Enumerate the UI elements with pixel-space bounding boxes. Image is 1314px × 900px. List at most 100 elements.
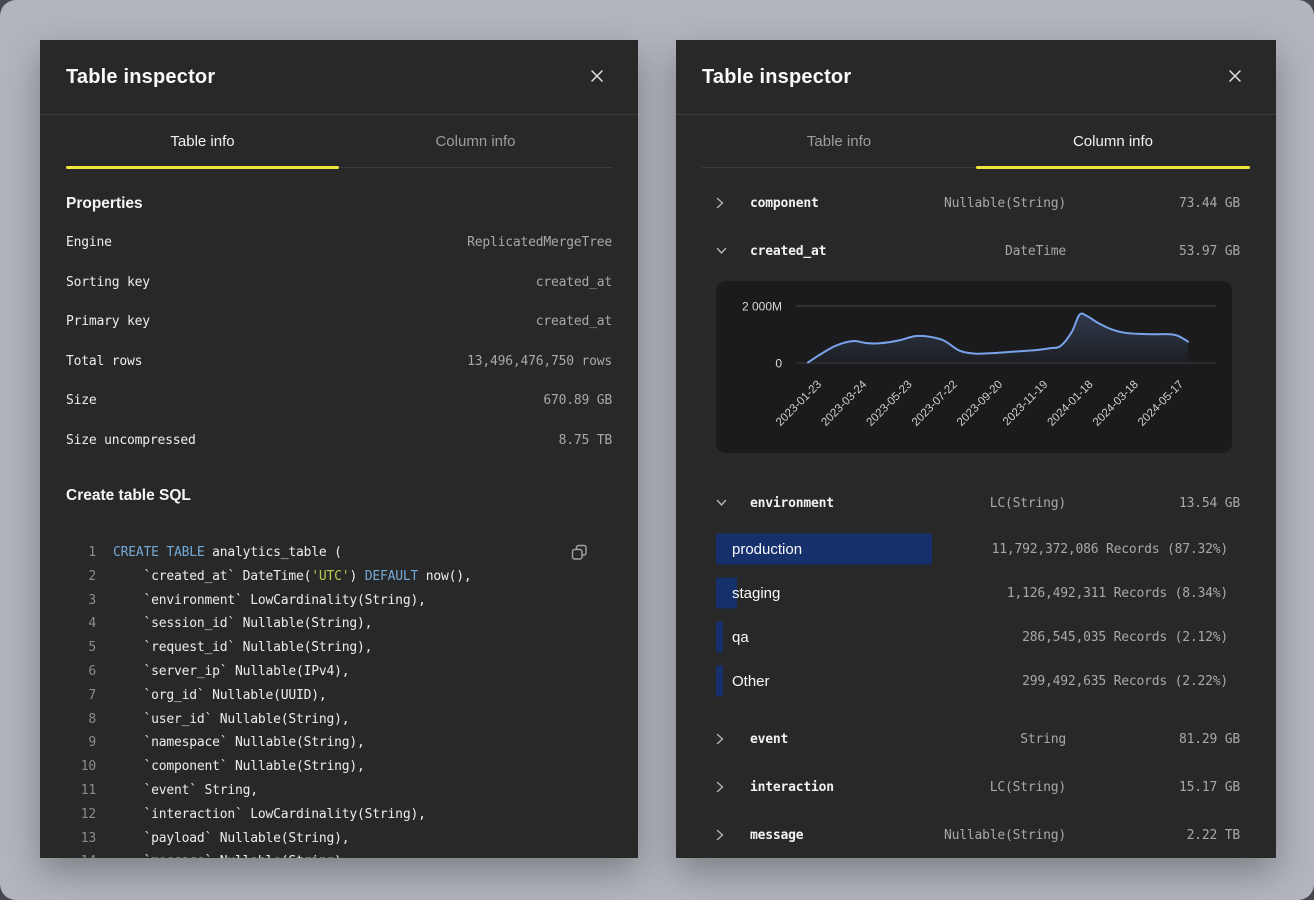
close-icon: [1228, 69, 1242, 86]
sql-code-text: CREATE TABLE analytics_table (: [113, 541, 342, 565]
close-button[interactable]: [586, 65, 608, 90]
tab-column-info[interactable]: Column info: [976, 115, 1250, 167]
property-label: Size: [66, 393, 97, 408]
sql-line: 12 `interaction` LowCardinality(String),: [66, 803, 612, 827]
sql-code-text: `user_id` Nullable(String),: [113, 708, 349, 732]
column-size: 2.22 TB: [1144, 828, 1240, 843]
env-value-label: production: [732, 541, 802, 558]
copy-sql-button[interactable]: [569, 542, 590, 566]
line-number: 2: [66, 565, 96, 589]
sql-code-text: `org_id` Nullable(UUID),: [113, 684, 327, 708]
create-table-sql-heading: Create table SQL: [66, 487, 612, 507]
x-axis-tick-label: 2024-03-18: [1091, 379, 1141, 429]
line-number: 12: [66, 803, 96, 827]
table-info-content: Properties EngineReplicatedMergeTreeSort…: [40, 195, 638, 858]
env-value-records: 286,545,035 Records (2.12%): [1022, 630, 1228, 645]
column-size: 73.44 GB: [1144, 196, 1240, 211]
property-value: ReplicatedMergeTree: [467, 235, 612, 250]
property-value: created_at: [536, 275, 612, 290]
y-axis-tick-label: 0: [775, 357, 782, 371]
property-row-total-rows: Total rows13,496,476,750 rows: [66, 342, 612, 382]
table-inspector-modal-column-info: Table inspector Table info Column info c…: [676, 40, 1276, 858]
close-button[interactable]: [1224, 65, 1246, 90]
property-label: Primary key: [66, 314, 150, 329]
tab-table-info[interactable]: Table info: [66, 115, 339, 167]
x-axis-tick-label: 2023-05-23: [865, 379, 915, 429]
column-row-component[interactable]: componentNullable(String)73.44 GB: [716, 179, 1240, 227]
column-type: Nullable(String): [944, 828, 1144, 843]
env-value-row-production: production 11,792,372,086 Records (87.32%…: [716, 527, 1240, 571]
line-number: 11: [66, 779, 96, 803]
column-size: 13.54 GB: [1144, 496, 1240, 511]
property-row-engine: EngineReplicatedMergeTree: [66, 223, 612, 263]
sql-line: 8 `user_id` Nullable(String),: [66, 708, 612, 732]
x-axis-tick-label: 2024-05-17: [1136, 379, 1186, 429]
sql-line: 7 `org_id` Nullable(UUID),: [66, 684, 612, 708]
column-type: Nullable(String): [944, 196, 1144, 211]
close-icon: [590, 69, 604, 86]
property-label: Sorting key: [66, 275, 150, 290]
column-row-created_at[interactable]: created_atDateTime53.97 GB: [716, 227, 1240, 275]
property-label: Size uncompressed: [66, 433, 196, 448]
env-value-records: 11,792,372,086 Records (87.32%): [992, 542, 1228, 557]
created-at-distribution-panel: 2 000M02023-01-232023-03-242023-05-23202…: [716, 281, 1232, 453]
chevron-down-icon[interactable]: [716, 499, 750, 507]
column-type: DateTime: [1005, 244, 1144, 259]
chevron-down-icon[interactable]: [716, 247, 750, 255]
sql-line: 10 `component` Nullable(String),: [66, 755, 612, 779]
line-number: 14: [66, 850, 96, 858]
sql-line: 6 `server_ip` Nullable(IPv4),: [66, 660, 612, 684]
column-name: environment: [750, 496, 990, 511]
sql-code-text: `environment` LowCardinality(String),: [113, 589, 426, 613]
column-info-content: componentNullable(String)73.44 GBcreated…: [676, 179, 1276, 858]
env-value-row-other: Other 299,492,635 Records (2.22%): [716, 659, 1240, 703]
property-value: 670.89 GB: [543, 393, 612, 408]
modal-title: Table inspector: [66, 66, 215, 89]
env-value-bar: [716, 666, 723, 697]
sql-line: 11 `event` String,: [66, 779, 612, 803]
tab-column-info[interactable]: Column info: [339, 115, 612, 167]
created-at-histogram: 2 000M02023-01-232023-03-242023-05-23202…: [716, 281, 1232, 453]
column-row-interaction[interactable]: interactionLC(String)15.17 GB: [716, 763, 1240, 811]
tab-table-info[interactable]: Table info: [702, 115, 976, 167]
chevron-right-icon[interactable]: [716, 733, 750, 745]
column-name: event: [750, 732, 1020, 747]
area-fill: [808, 313, 1188, 363]
line-number: 6: [66, 660, 96, 684]
line-number: 13: [66, 827, 96, 851]
sql-code-text: `component` Nullable(String),: [113, 755, 365, 779]
env-value-label: Other: [732, 673, 770, 690]
property-value: created_at: [536, 314, 612, 329]
x-axis-tick-label: 2023-11-19: [1001, 379, 1050, 428]
properties-list: EngineReplicatedMergeTree Sorting key crea…: [66, 223, 612, 460]
chevron-right-icon[interactable]: [716, 197, 750, 209]
sql-line: 2 `created_at` DateTime('UTC') DEFAULT n…: [66, 565, 612, 589]
chevron-right-icon[interactable]: [716, 829, 750, 841]
sql-code-text: `interaction` LowCardinality(String),: [113, 803, 426, 827]
column-size: 15.17 GB: [1144, 780, 1240, 795]
sql-line: 14 `message` Nullable(String): [66, 850, 612, 858]
property-value: 13,496,476,750 rows: [467, 354, 612, 369]
modal-header: Table inspector: [676, 40, 1276, 115]
line-number: 4: [66, 612, 96, 636]
sql-code-block: 1 CREATE TABLE analytics_table (2 `create…: [66, 541, 612, 858]
y-axis-tick-label: 2 000M: [742, 300, 782, 314]
modal-title: Table inspector: [702, 66, 851, 89]
line-number: 10: [66, 755, 96, 779]
sql-line: 4 `session_id` Nullable(String),: [66, 612, 612, 636]
column-row-message[interactable]: messageNullable(String)2.22 TB: [716, 811, 1240, 858]
column-size: 53.97 GB: [1144, 244, 1240, 259]
column-name: interaction: [750, 780, 990, 795]
env-value-label: staging: [732, 585, 780, 602]
env-value-label: qa: [732, 629, 749, 646]
property-row-size: Size 670.89 GB: [66, 381, 612, 421]
column-row-environment[interactable]: environmentLC(String)13.54 GB: [716, 479, 1240, 527]
sql-code-text: `payload` Nullable(String),: [113, 827, 349, 851]
line-number: 1: [66, 541, 96, 565]
chevron-right-icon[interactable]: [716, 781, 750, 793]
modal-header: Table inspector: [40, 40, 638, 115]
env-value-records: 299,492,635 Records (2.22%): [1022, 674, 1228, 689]
env-value-records: 1,126,492,311 Records (8.34%): [1007, 586, 1228, 601]
sql-code-text: `message` Nullable(String): [113, 850, 342, 858]
column-row-event[interactable]: eventString81.29 GB: [716, 715, 1240, 763]
